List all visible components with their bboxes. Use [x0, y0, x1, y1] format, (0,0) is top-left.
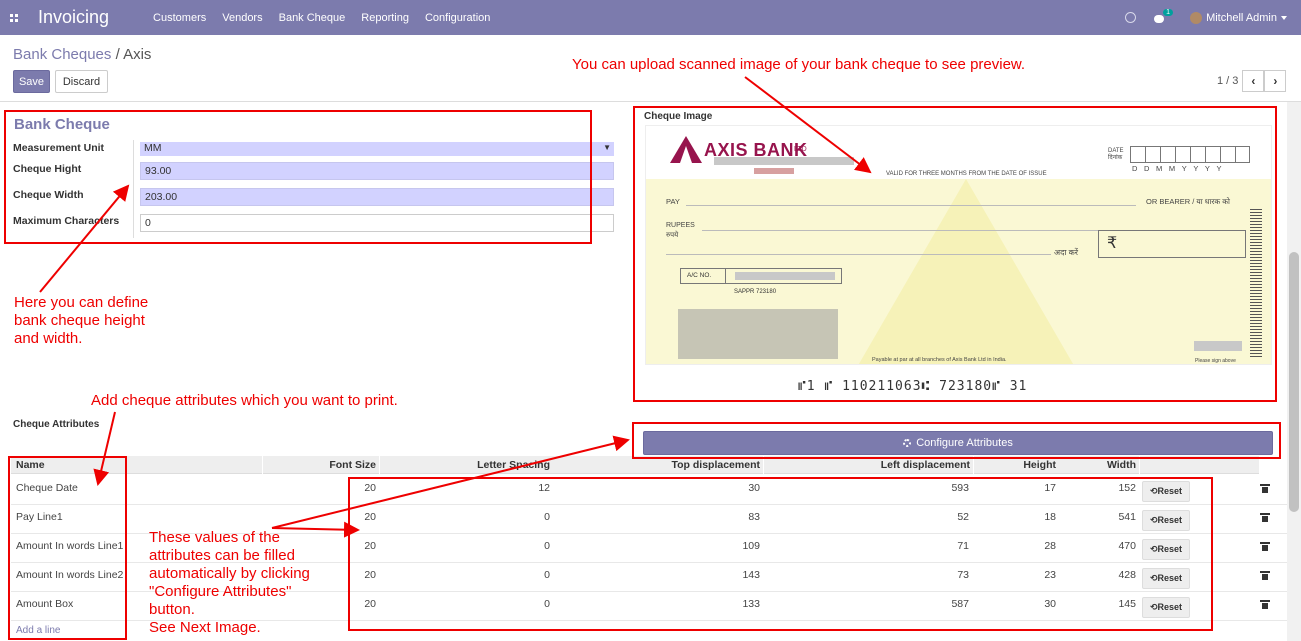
arrow-define — [39, 184, 130, 293]
arrow-configure — [271, 435, 630, 529]
annotation-arrows — [39, 76, 872, 538]
arrow-upload — [744, 76, 872, 174]
arrow-add-attrs — [93, 411, 116, 486]
arrow-values — [271, 521, 360, 538]
